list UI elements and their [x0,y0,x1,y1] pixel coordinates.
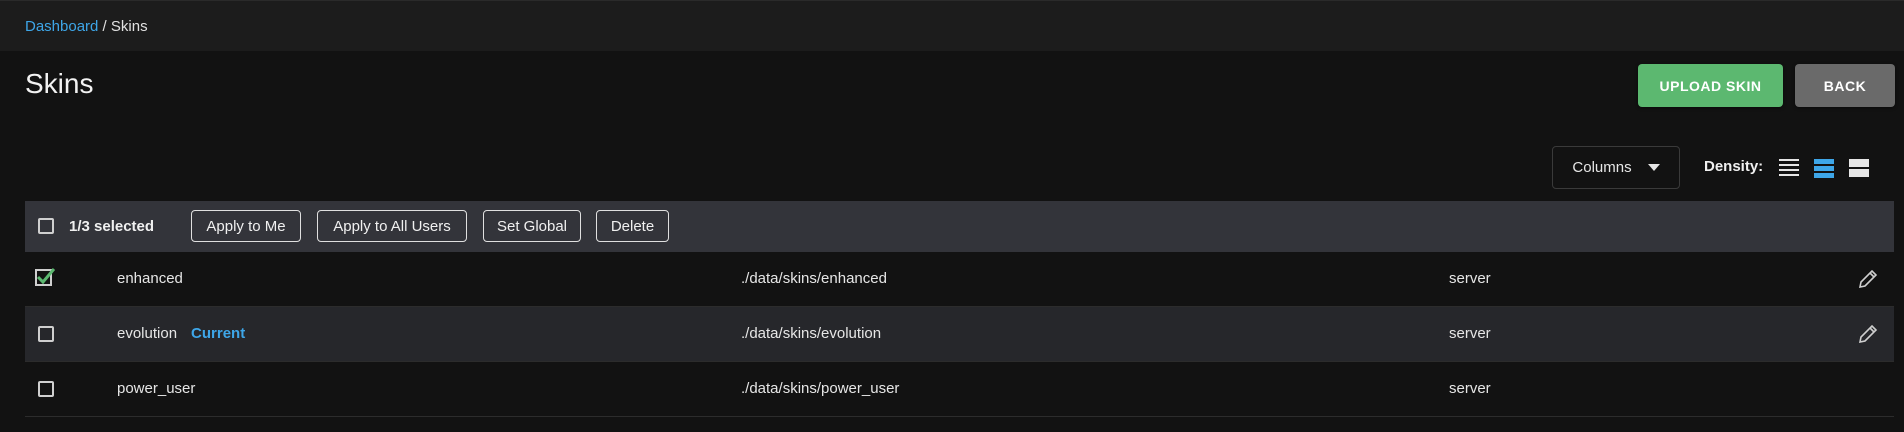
breadcrumb-dashboard-link[interactable]: Dashboard [25,18,98,35]
columns-button[interactable]: Columns [1552,146,1680,189]
skin-source: server [1449,380,1491,397]
skin-path: ./data/skins/enhanced [741,270,887,287]
chevron-down-icon [1647,164,1660,171]
skin-name: power_user [117,380,196,397]
top-bar: Dashboard / Skins [0,0,1904,51]
row-checkbox-checked[interactable] [35,267,55,287]
selection-toolbar: 1/3 selected Apply to Me Apply to All Us… [25,201,1894,252]
skin-source: server [1449,270,1491,287]
apply-to-me-button[interactable]: Apply to Me [191,210,301,242]
pencil-icon[interactable] [1856,322,1880,346]
columns-label: Columns [1572,159,1632,176]
skin-path: ./data/skins/evolution [741,325,882,342]
back-button[interactable]: BACK [1795,64,1895,107]
density-label: Density: [1704,158,1764,175]
skin-source: server [1449,325,1491,342]
density-standard-icon[interactable] [1814,158,1834,178]
delete-button[interactable]: Delete [596,210,669,242]
upload-skin-button[interactable]: UPLOAD SKIN [1638,64,1783,107]
skin-name: evolution Current [117,325,246,342]
table-row[interactable]: evolution Current ./data/skins/evolution … [25,307,1894,362]
skin-path: ./data/skins/power_user [741,380,900,397]
select-all-checkbox[interactable] [38,218,54,234]
breadcrumb: Dashboard / Skins [25,18,148,35]
pencil-icon[interactable] [1856,267,1880,291]
density-compact-icon[interactable] [1779,158,1799,178]
row-checkbox[interactable] [38,381,54,397]
apply-to-all-users-button[interactable]: Apply to All Users [317,210,467,242]
skin-name: enhanced [117,270,183,287]
page-title: Skins [25,68,94,99]
current-badge: Current [191,325,246,342]
table-row[interactable]: enhanced ./data/skins/enhanced server [25,252,1894,307]
breadcrumb-current: Skins [110,18,148,35]
selection-count: 1/3 selected [69,218,155,235]
set-global-button[interactable]: Set Global [483,210,581,242]
breadcrumb-separator: / [98,18,111,35]
table-row[interactable]: power_user ./data/skins/power_user serve… [25,362,1894,417]
row-checkbox[interactable] [38,326,54,342]
density-comfortable-icon[interactable] [1849,158,1869,178]
